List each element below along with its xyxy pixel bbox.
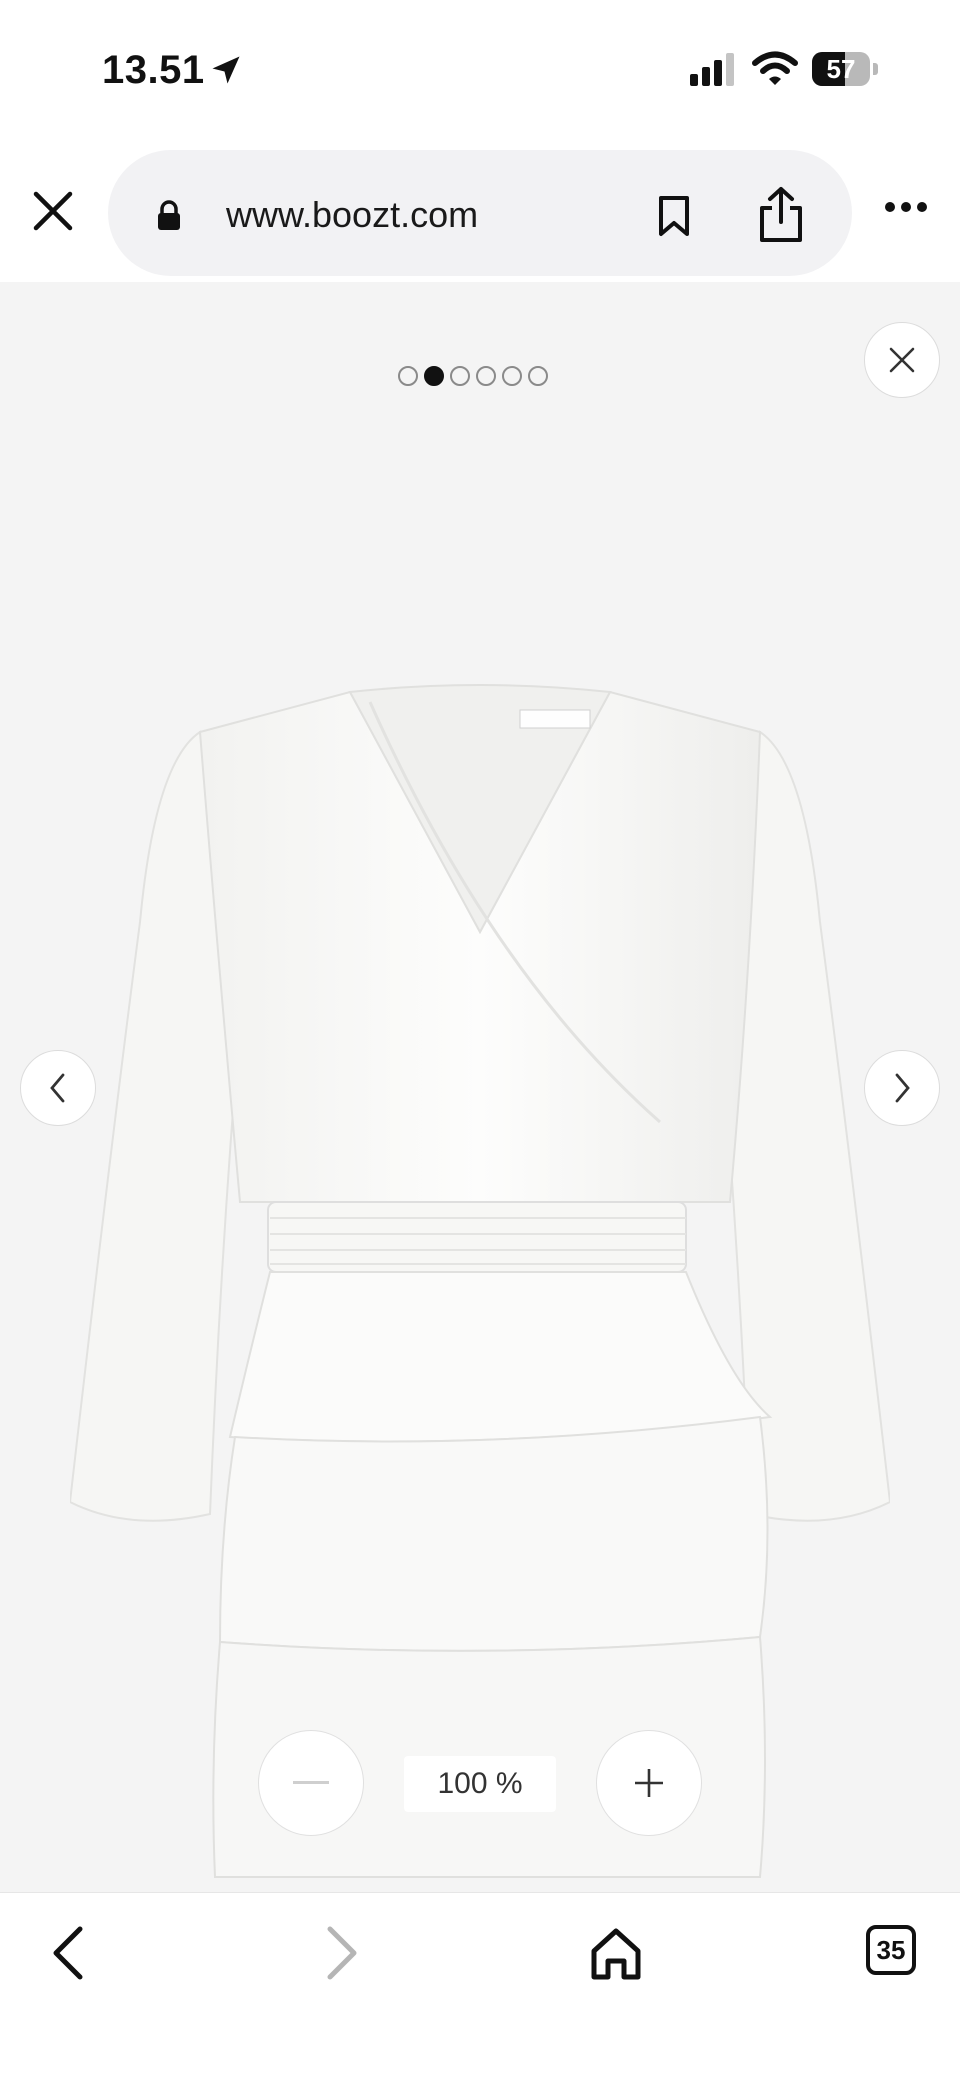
chevron-left-icon [50, 1073, 65, 1103]
pagination-dot[interactable] [424, 366, 444, 386]
cellular-signal-icon [690, 53, 734, 86]
home-icon[interactable] [588, 1923, 644, 1983]
browser-toolbar: 35 [0, 1892, 960, 2082]
tabs-count: 35 [876, 1934, 906, 1965]
pagination-dot[interactable] [528, 366, 548, 386]
lock-icon [158, 200, 180, 230]
chevron-right-icon [895, 1073, 910, 1103]
url-field[interactable]: www.boozt.com [108, 150, 852, 276]
gallery-pagination [398, 366, 548, 390]
plus-icon [635, 1769, 663, 1797]
more-icon[interactable] [884, 200, 928, 214]
location-arrow-icon [212, 56, 240, 84]
pagination-dot[interactable] [476, 366, 496, 386]
pagination-dot[interactable] [450, 366, 470, 386]
close-icon[interactable] [30, 188, 76, 234]
minus-icon [293, 1781, 329, 1784]
url-text: www.boozt.com [226, 194, 479, 235]
zoom-out-button[interactable] [258, 1730, 364, 1836]
wifi-icon [752, 51, 798, 85]
product-image[interactable] [70, 502, 890, 1962]
battery-level: 57 [826, 54, 856, 84]
tabs-button[interactable]: 35 [866, 1925, 916, 1975]
status-bar: 13.51 57 [0, 0, 960, 140]
image-gallery: 100 % [0, 282, 960, 1892]
forward-icon [327, 1926, 357, 1980]
browser-address-bar: www.boozt.com [0, 140, 960, 282]
bookmark-icon[interactable] [656, 194, 692, 238]
close-gallery-button[interactable] [864, 322, 940, 398]
status-time: 13.51 [102, 48, 205, 92]
pagination-dot[interactable] [502, 366, 522, 386]
battery-icon: 57 [812, 52, 878, 88]
pagination-dot[interactable] [398, 366, 418, 386]
zoom-in-button[interactable] [596, 1730, 702, 1836]
share-icon[interactable] [756, 186, 806, 244]
close-icon [889, 347, 915, 373]
zoom-level: 100 % [404, 1756, 556, 1812]
back-icon[interactable] [46, 1923, 90, 1983]
